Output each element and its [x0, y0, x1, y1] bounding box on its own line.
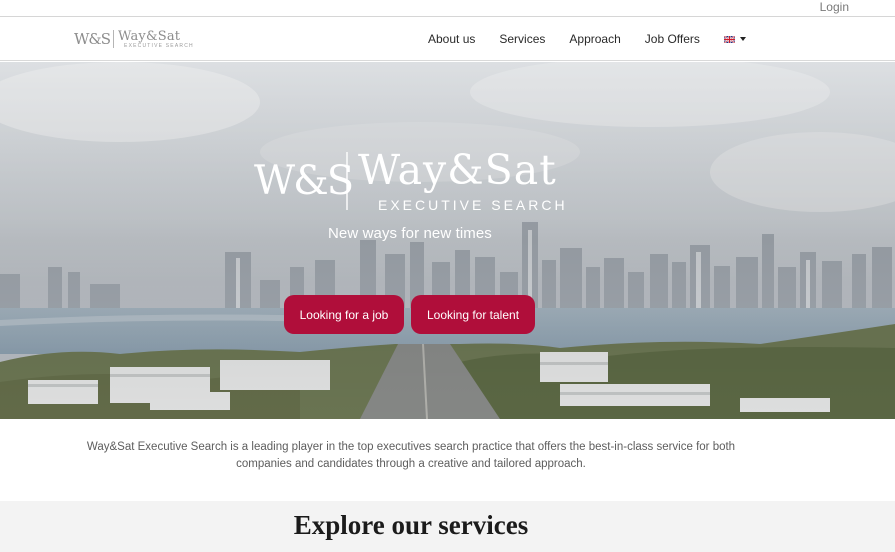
looking-for-talent-button[interactable]: Looking for talent: [411, 295, 535, 334]
explore-title: Explore our services: [293, 510, 529, 540]
header-logo[interactable]: W&S Way&Sat EXECUTIVE SEARCH: [74, 27, 194, 51]
hero-logo-brand: Way&Sat: [358, 146, 557, 194]
main-nav: About us Services Approach Job Offers: [428, 32, 746, 46]
main-navbar: W&S Way&Sat EXECUTIVE SEARCH About us Se…: [0, 18, 895, 61]
explore-section: Explore our services: [0, 501, 895, 552]
hero-logo: W&S Way&Sat EXECUTIVE SEARCH: [254, 146, 574, 220]
looking-for-job-button[interactable]: Looking for a job: [284, 295, 404, 334]
top-utility-bar: Login: [0, 0, 895, 17]
nav-about-us[interactable]: About us: [428, 32, 475, 46]
hero-logo-subtitle: EXECUTIVE SEARCH: [378, 197, 568, 213]
nav-approach[interactable]: Approach: [569, 32, 620, 46]
caret-down-icon: [739, 37, 746, 41]
logo-mark: W&S: [74, 30, 111, 48]
logo-wordmark: Way&Sat EXECUTIVE SEARCH: [118, 30, 194, 49]
language-selector[interactable]: [723, 35, 746, 43]
nav-job-offers[interactable]: Job Offers: [645, 32, 700, 46]
hero-banner: W&S Way&Sat EXECUTIVE SEARCH New ways fo…: [0, 62, 895, 419]
logo-subtitle: EXECUTIVE SEARCH: [124, 42, 194, 49]
uk-flag-icon: [723, 35, 735, 43]
intro-section: Way&Sat Executive Search is a leading pl…: [0, 419, 895, 501]
hero-logo-mark: W&S: [254, 158, 354, 204]
logo-brand: Way&Sat: [118, 28, 181, 44]
intro-text: Way&Sat Executive Search is a leading pl…: [86, 441, 736, 470]
hero-tagline: New ways for new times: [328, 225, 492, 242]
logo-divider: [113, 30, 115, 48]
login-link[interactable]: Login: [820, 0, 849, 14]
nav-services[interactable]: Services: [499, 32, 545, 46]
